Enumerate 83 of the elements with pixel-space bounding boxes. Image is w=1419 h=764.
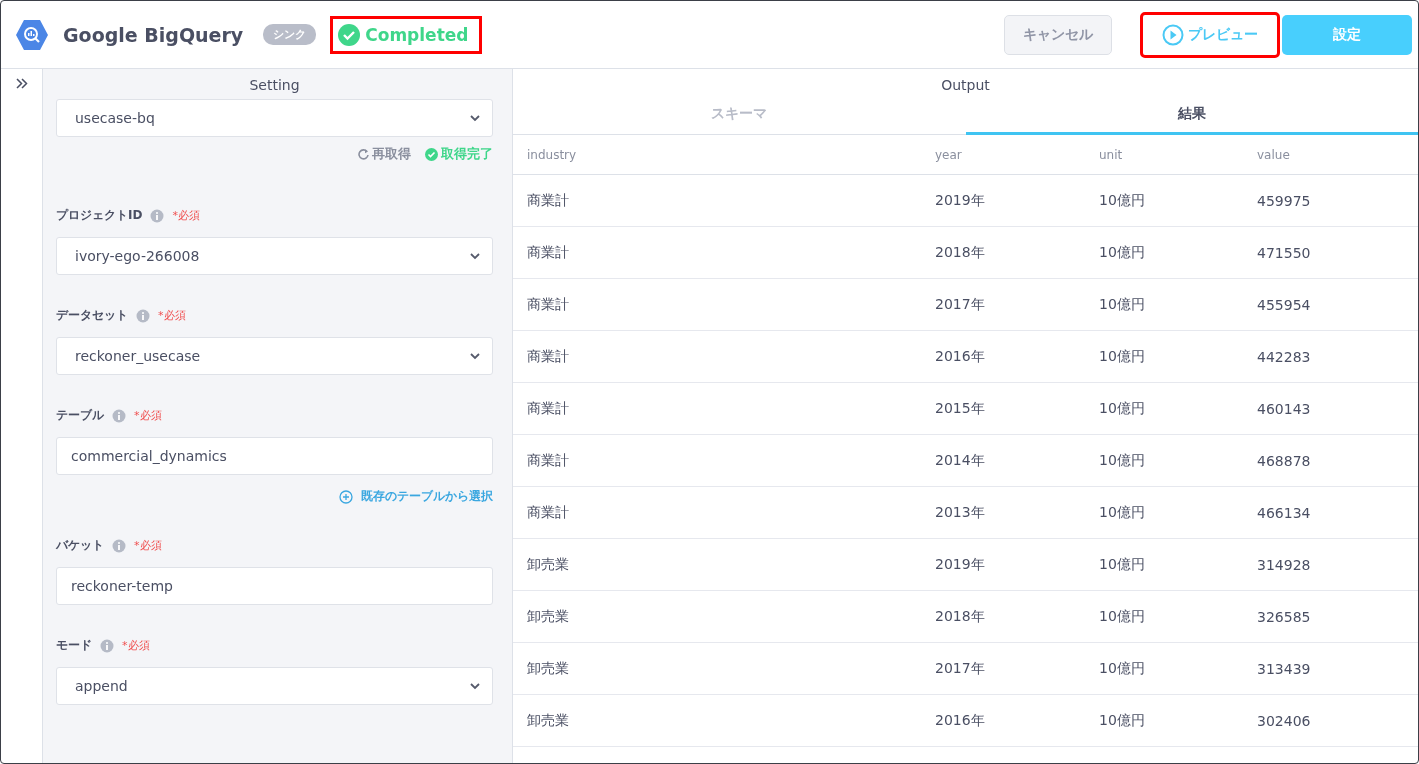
- table-cell: 商業計: [513, 331, 921, 383]
- table-cell: 商業計: [513, 383, 921, 435]
- table-cell: 10億円: [1085, 695, 1243, 747]
- table-cell: 468878: [1243, 435, 1418, 487]
- table-cell: 2019年: [921, 175, 1085, 227]
- table-cell: 10億円: [1085, 331, 1243, 383]
- table-cell: 455954: [1243, 279, 1418, 331]
- table-cell: 卸売業: [513, 643, 921, 695]
- table-cell: 2016年: [921, 331, 1085, 383]
- table-cell: 2013年: [921, 487, 1085, 539]
- table-cell: 471550: [1243, 227, 1418, 279]
- table-cell: 326585: [1243, 591, 1418, 643]
- fetch-status: 取得完了: [425, 145, 493, 163]
- refresh-icon: [357, 148, 369, 160]
- dropdown-field[interactable]: usecase-bq: [56, 99, 493, 137]
- field-label: バケット: [56, 537, 104, 554]
- input-field[interactable]: reckoner-temp: [56, 567, 493, 605]
- type-badge: シンク: [263, 24, 317, 45]
- required-mark: *必須: [122, 638, 150, 653]
- check-circle-icon: [425, 147, 438, 161]
- table-cell: 商業計: [513, 227, 921, 279]
- dropdown-field[interactable]: reckoner_usecase: [56, 337, 493, 375]
- info-icon[interactable]: [136, 308, 150, 323]
- table-cell: 466134: [1243, 487, 1418, 539]
- play-icon: [1162, 23, 1184, 46]
- column-header: value: [1243, 135, 1418, 175]
- table-cell: 313439: [1243, 643, 1418, 695]
- panel-title: Setting: [248, 76, 301, 95]
- table-cell: 10億円: [1085, 643, 1243, 695]
- plus-circle-icon: [339, 489, 353, 504]
- table-cell: 2015年: [921, 383, 1085, 435]
- table-cell: 2019年: [921, 539, 1085, 591]
- required-mark: *必須: [134, 408, 162, 423]
- table-cell: 10億円: [1085, 383, 1243, 435]
- table-cell: 2014年: [921, 435, 1085, 487]
- field-label: テーブル: [56, 407, 104, 424]
- table-cell: 10億円: [1085, 279, 1243, 331]
- table-cell: 商業計: [513, 487, 921, 539]
- table-cell: 卸売業: [513, 695, 921, 747]
- table-cell: 商業計: [513, 279, 921, 331]
- table-cell: 2016年: [921, 695, 1085, 747]
- required-mark: *必須: [158, 308, 186, 323]
- table-cell: 10億円: [1085, 227, 1243, 279]
- info-icon[interactable]: [112, 408, 126, 423]
- table-cell: 2018年: [921, 227, 1085, 279]
- info-icon[interactable]: [112, 538, 126, 553]
- table-cell: 2017年: [921, 643, 1085, 695]
- panel-title: Output: [940, 76, 991, 95]
- table-cell: 459975: [1243, 175, 1418, 227]
- table-cell: 302406: [1243, 695, 1418, 747]
- required-mark: *必須: [172, 208, 200, 223]
- column-header: industry: [513, 135, 921, 175]
- column-header: year: [921, 135, 1085, 175]
- table-cell: 卸売業: [513, 539, 921, 591]
- status-label: Completed: [365, 24, 469, 45]
- table-cell: 商業計: [513, 435, 921, 487]
- field-label: データセット: [56, 307, 128, 324]
- app-title: Google BigQuery: [63, 23, 244, 46]
- table-cell: 460143: [1243, 383, 1418, 435]
- field-label: モード: [56, 637, 92, 654]
- table-cell: 卸売業: [513, 591, 921, 643]
- table-cell: 10億円: [1085, 175, 1243, 227]
- table-cell: 314928: [1243, 539, 1418, 591]
- table-cell: 2018年: [921, 591, 1085, 643]
- tab[interactable]: 結果: [965, 97, 1418, 135]
- table-cell: 442283: [1243, 331, 1418, 383]
- table-cell: 商業計: [513, 175, 921, 227]
- info-icon[interactable]: [100, 638, 114, 653]
- table-cell: 10億円: [1085, 487, 1243, 539]
- table-cell: 10億円: [1085, 591, 1243, 643]
- input-field[interactable]: commercial_dynamics: [56, 437, 493, 475]
- table-cell: 2017年: [921, 279, 1085, 331]
- field-label: プロジェクトID: [56, 207, 143, 224]
- dropdown-field[interactable]: append: [56, 667, 493, 705]
- table-cell: 10億円: [1085, 539, 1243, 591]
- dropdown-field[interactable]: ivory-ego-266008: [56, 237, 493, 275]
- required-mark: *必須: [134, 538, 162, 553]
- expand-icon[interactable]: [15, 77, 28, 90]
- check-circle-icon: [338, 23, 361, 46]
- bigquery-logo-icon: [15, 17, 49, 52]
- column-header: unit: [1085, 135, 1243, 175]
- table-cell: 10億円: [1085, 435, 1243, 487]
- info-icon[interactable]: [150, 208, 165, 223]
